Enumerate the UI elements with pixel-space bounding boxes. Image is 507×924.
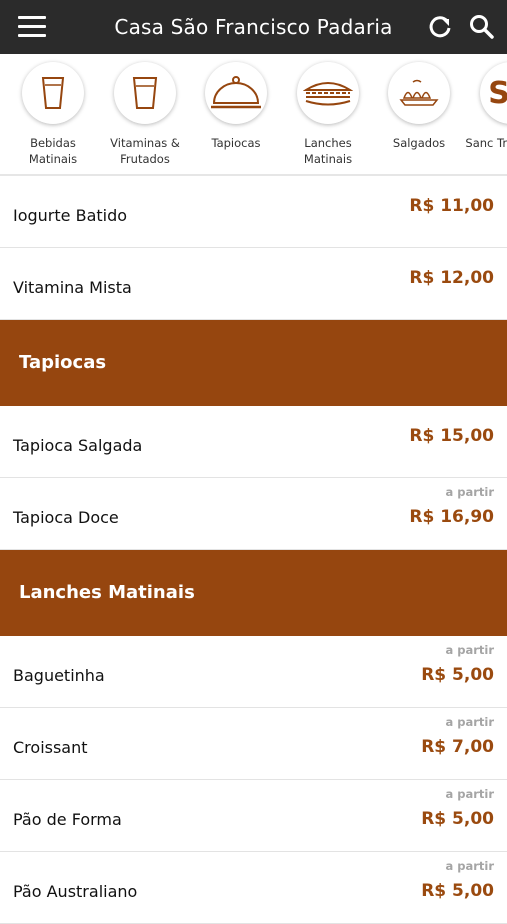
item-price: R$ 5,00 [421,665,494,685]
list-item[interactable]: a partir Croissant R$ 7,00 [0,708,507,780]
price-from-label: a partir [445,485,494,499]
list-item[interactable]: Iogurte Batido R$ 11,00 [0,176,507,248]
item-price: R$ 15,00 [409,426,494,446]
cup-icon [114,62,176,124]
menu-icon[interactable] [18,16,46,38]
price-from-label: a partir [445,787,494,801]
list-item[interactable]: a partir Pão Australiano R$ 5,00 [0,852,507,924]
section-header-tapiocas: Tapiocas [0,320,507,406]
item-price: R$ 5,00 [421,881,494,901]
app-header: Casa São Francisco Padaria [0,0,507,54]
category-lanches-matinais[interactable]: Lanches Matinais [282,62,374,167]
section-header-lanches: Lanches Matinais [0,550,507,636]
search-icon[interactable] [469,14,495,40]
list-item[interactable]: a partir Tapioca Doce R$ 16,90 [0,478,507,550]
item-price: R$ 11,00 [409,196,494,216]
list-item[interactable]: a partir Pão de Forma R$ 5,00 [0,780,507,852]
item-price: R$ 16,90 [409,507,494,527]
pastry-tray-icon [388,62,450,124]
category-carousel[interactable]: Bebidas Matinais Vitaminas & Frutados Ta… [0,54,507,176]
category-partial[interactable]: S Sanc Tradi [465,62,507,151]
category-bebidas-matinais[interactable]: Bebidas Matinais [7,62,99,167]
price-from-label: a partir [445,643,494,657]
category-tapiocas[interactable]: Tapiocas [190,62,282,151]
item-price: R$ 5,00 [421,809,494,829]
cloche-icon [205,62,267,124]
sandwich-icon [297,62,359,124]
category-vitaminas-frutados[interactable]: Vitaminas & Frutados [99,62,191,167]
item-price: R$ 12,00 [409,268,494,288]
refresh-icon[interactable] [427,14,453,40]
glass-icon [22,62,84,124]
price-from-label: a partir [445,715,494,729]
price-from-label: a partir [445,859,494,873]
menu-list: Iogurte Batido R$ 11,00 Vitamina Mista R… [0,176,507,924]
item-price: R$ 7,00 [421,737,494,757]
partial-icon: S [480,62,507,124]
list-item[interactable]: Tapioca Salgada R$ 15,00 [0,406,507,478]
list-item[interactable]: a partir Baguetinha R$ 5,00 [0,636,507,708]
list-item[interactable]: Vitamina Mista R$ 12,00 [0,248,507,320]
